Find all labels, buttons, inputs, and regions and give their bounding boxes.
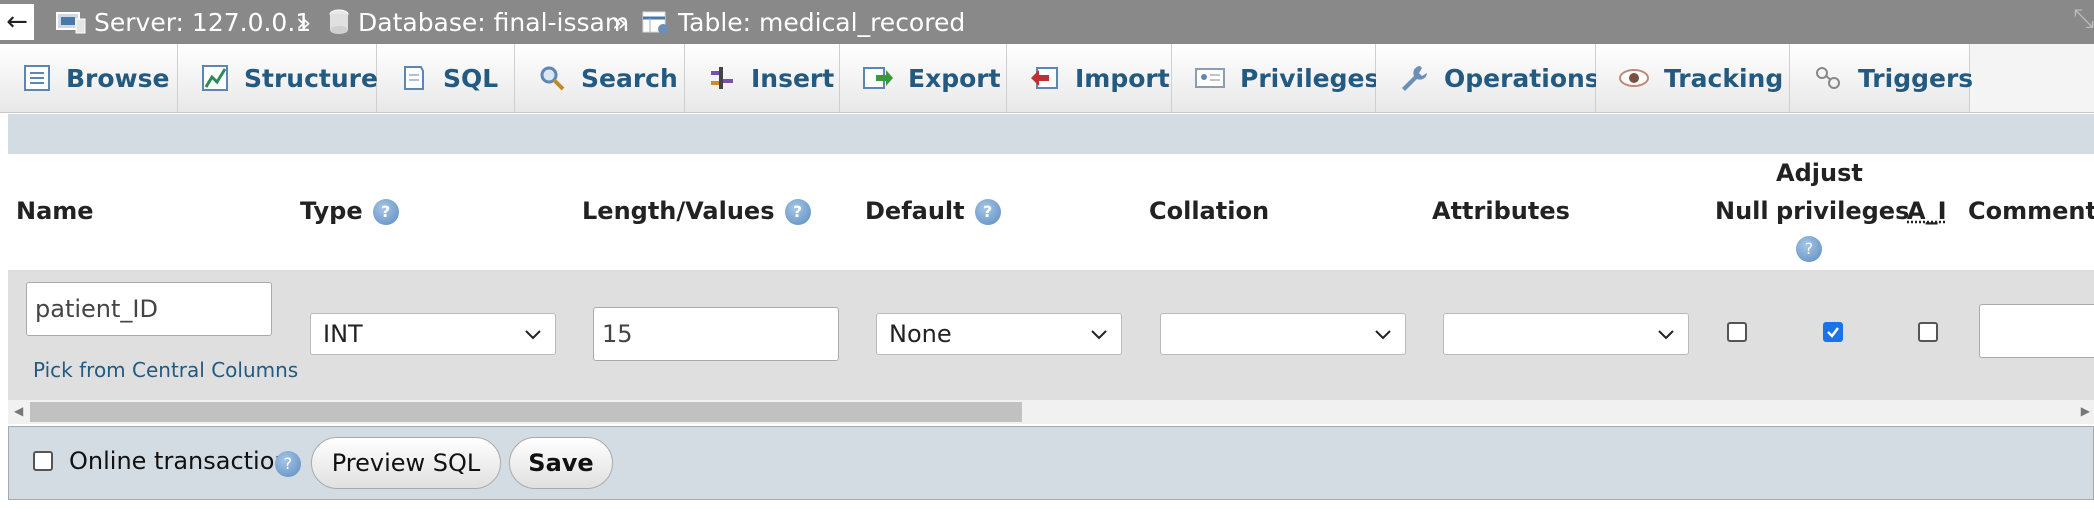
tab-import[interactable]: Import xyxy=(1007,44,1172,112)
column-name-header: Name xyxy=(16,197,94,225)
breadcrumb-separator: » xyxy=(296,7,312,37)
structure-icon xyxy=(202,65,228,91)
column-default-header: Default? xyxy=(865,192,1001,230)
collapse-icon[interactable]: ⤡ xyxy=(2073,4,2094,35)
breadcrumb-table[interactable]: Table: medical_recored xyxy=(642,0,965,44)
help-icon[interactable]: ? xyxy=(784,199,811,225)
column-attributes-header: Attributes xyxy=(1432,197,1570,225)
import-icon xyxy=(1031,67,1058,89)
chevron-down-icon xyxy=(1091,330,1107,340)
breadcrumb-database-label[interactable]: Database: final-issam xyxy=(358,8,629,37)
scroll-left-icon[interactable]: ◀ xyxy=(14,404,23,418)
table-header-strip xyxy=(8,114,2094,154)
scrollbar-thumb[interactable] xyxy=(30,402,1022,422)
adjust-privileges-checkbox[interactable] xyxy=(1823,322,1843,342)
central-columns-link[interactable]: Pick from Central Columns xyxy=(33,358,298,382)
collation-select[interactable] xyxy=(1160,313,1406,355)
column-type-header: Type? xyxy=(300,192,399,230)
insert-icon xyxy=(711,67,733,89)
tracking-icon xyxy=(1619,69,1649,87)
save-button[interactable]: Save xyxy=(509,437,613,489)
ai-checkbox[interactable] xyxy=(1918,322,1938,342)
column-adjust-header-line2: privileges xyxy=(1776,197,1910,225)
help-icon[interactable]: ? xyxy=(974,199,1001,225)
breadcrumb-database[interactable]: Database: final-issam xyxy=(328,0,629,44)
tab-structure[interactable]: Structure xyxy=(178,44,378,112)
back-button[interactable]: ← xyxy=(0,4,34,40)
tab-privileges[interactable]: Privileges xyxy=(1172,44,1380,112)
tab-triggers[interactable]: Triggers xyxy=(1790,44,1974,112)
column-comments-header: Comments xyxy=(1968,197,2094,225)
attributes-select[interactable] xyxy=(1443,313,1689,355)
column-length-header: Length/Values? xyxy=(582,192,811,230)
default-select-value: None xyxy=(889,320,952,348)
default-select[interactable]: None xyxy=(876,313,1122,355)
tab-label: SQL xyxy=(443,63,499,93)
triggers-icon xyxy=(1816,67,1840,89)
help-icon[interactable]: ? xyxy=(372,199,399,225)
field-name-input[interactable]: patient_ID xyxy=(26,282,272,336)
tab-label: Privileges xyxy=(1240,63,1380,93)
tab-label: Import xyxy=(1075,63,1170,93)
type-select[interactable]: INT xyxy=(310,313,556,355)
length-values-input[interactable]: 15 xyxy=(593,307,839,361)
column-ai-header: A_I xyxy=(1907,197,1947,225)
comments-input[interactable] xyxy=(1979,304,2094,358)
tab-export[interactable]: Export xyxy=(840,44,1007,112)
tab-label: Operations xyxy=(1444,63,1600,93)
column-default-label: Default xyxy=(865,197,965,225)
tab-label: Insert xyxy=(751,63,835,93)
column-adjust-header-line1: Adjust xyxy=(1776,159,1863,187)
preview-sql-button[interactable]: Preview SQL xyxy=(311,437,501,489)
tab-sql[interactable]: SQL xyxy=(377,44,515,112)
column-type-label: Type xyxy=(300,197,363,225)
type-select-value: INT xyxy=(323,320,363,348)
search-icon xyxy=(540,66,565,91)
online-transaction-label: Online transaction xyxy=(69,447,290,475)
checkmark-icon xyxy=(1827,327,1839,338)
chevron-down-icon xyxy=(1658,330,1674,340)
scroll-right-icon[interactable]: ▶ xyxy=(2081,404,2090,418)
tab-tracking[interactable]: Tracking xyxy=(1596,44,1790,112)
breadcrumb-table-label[interactable]: Table: medical_recored xyxy=(678,8,965,37)
breadcrumb-server[interactable]: Server: 127.0.0.1 xyxy=(56,0,311,44)
online-transaction-checkbox[interactable] xyxy=(33,451,53,471)
help-icon[interactable]: ? xyxy=(1796,236,1822,262)
database-icon xyxy=(329,9,349,34)
sql-icon xyxy=(404,66,424,90)
tab-insert[interactable]: Insert xyxy=(685,44,840,112)
tab-label: Export xyxy=(908,63,1001,93)
table-icon xyxy=(642,11,668,34)
tab-operations[interactable]: Operations xyxy=(1376,44,1600,112)
field-row: patient_ID Pick from Central Columns INT… xyxy=(8,270,2094,400)
help-icon[interactable]: ? xyxy=(275,451,301,477)
tab-label: Triggers xyxy=(1858,63,1974,93)
server-icon xyxy=(56,12,86,34)
tab-label: Structure xyxy=(244,63,378,93)
horizontal-scrollbar[interactable]: ◀ ▶ xyxy=(8,400,2094,424)
chevron-down-icon xyxy=(525,330,541,340)
operations-icon xyxy=(1402,66,1427,91)
browse-icon xyxy=(24,65,50,91)
tab-label: Browse xyxy=(66,63,170,93)
export-icon xyxy=(863,67,893,89)
tab-browse[interactable]: Browse xyxy=(0,44,178,112)
column-collation-header: Collation xyxy=(1149,197,1270,225)
breadcrumb-server-label[interactable]: Server: 127.0.0.1 xyxy=(94,8,311,37)
tab-label: Tracking xyxy=(1664,63,1784,93)
column-null-header: Null xyxy=(1715,197,1769,225)
column-header-row: Name Type? Length/Values? Default? Colla… xyxy=(8,154,2094,270)
form-footer: Online transaction ? Preview SQL Save xyxy=(8,426,2094,500)
chevron-down-icon xyxy=(1375,330,1391,340)
breadcrumb: ← Server: 127.0.0.1 » Database: final-is… xyxy=(0,0,2094,44)
null-checkbox[interactable] xyxy=(1727,322,1747,342)
tab-label: Search xyxy=(581,63,678,93)
breadcrumb-separator: » xyxy=(612,7,628,37)
tab-bar: Browse Structure SQL Search Insert Expor… xyxy=(0,44,2094,113)
privileges-icon xyxy=(1195,68,1225,88)
tab-search[interactable]: Search xyxy=(515,44,685,112)
column-length-label: Length/Values xyxy=(582,197,775,225)
